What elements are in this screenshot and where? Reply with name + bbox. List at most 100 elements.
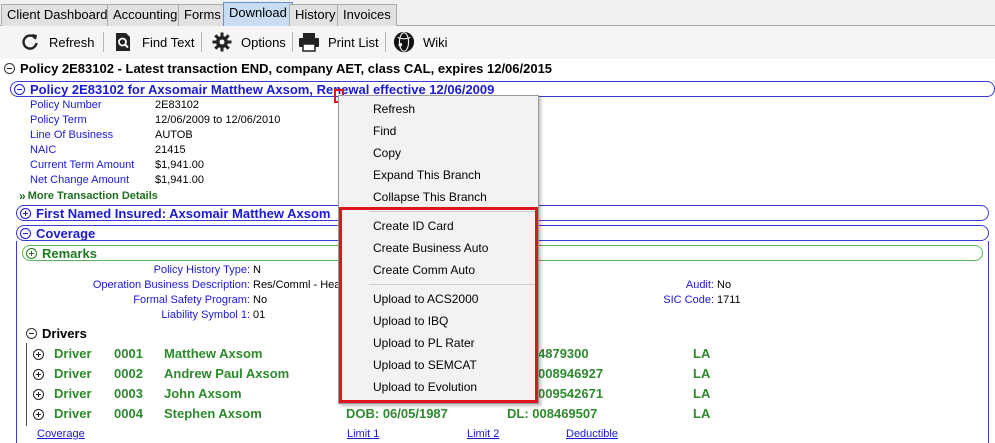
more-transaction-details-label: More Transaction Details — [27, 190, 158, 202]
driver-name: Andrew Paul Axsom — [164, 366, 290, 381]
remark-value-sic-code: 1711 — [717, 294, 741, 306]
driver-name: Stephen Axsom — [164, 406, 262, 421]
find-text-icon — [112, 31, 134, 53]
policy-root-label: Policy 2E83102 - Latest transaction END,… — [20, 61, 553, 76]
tab-accounting[interactable]: Accounting — [107, 4, 184, 26]
find-text-label: Find Text — [142, 34, 195, 50]
coverage-border-left — [16, 241, 17, 443]
driver-type: Driver — [54, 366, 92, 381]
menu-item-copy[interactable]: Copy — [340, 142, 537, 164]
remark-value-formal-safety: No — [253, 294, 268, 306]
driver-type: Driver — [54, 386, 92, 401]
expand-icon[interactable] — [26, 247, 37, 259]
wiki-globe-icon — [393, 31, 415, 53]
menu-item-upload-pl-rater[interactable]: Upload to PL Rater — [340, 332, 537, 354]
context-menu: Refresh Find Copy Expand This Branch Col… — [338, 95, 539, 404]
collapse-icon[interactable] — [20, 227, 31, 239]
expand-icon[interactable] — [20, 207, 31, 219]
coverage-border-right — [988, 241, 989, 443]
expand-icon[interactable] — [33, 389, 44, 400]
drivers-label: Drivers — [42, 326, 87, 341]
menu-item-create-id-card[interactable]: Create ID Card — [340, 215, 537, 237]
tab-forms[interactable]: Forms — [178, 4, 227, 26]
menu-item-find[interactable]: Find — [340, 120, 537, 142]
driver-dob: DOB: 06/05/1987 — [346, 406, 448, 421]
wiki-button[interactable]: Wiki — [393, 30, 448, 54]
remark-value-audit: No — [717, 279, 732, 291]
menu-item-upload-ibq[interactable]: Upload to IBQ — [340, 310, 537, 332]
driver-state: LA — [693, 346, 711, 361]
driver-type: Driver — [54, 406, 92, 421]
collapse-icon[interactable] — [26, 328, 37, 339]
expand-icon[interactable] — [33, 369, 44, 380]
field-label-line-of-business: Line Of Business — [30, 129, 114, 141]
menu-item-upload-evolution[interactable]: Upload to Evolution — [340, 376, 537, 398]
tab-history[interactable]: History — [289, 4, 342, 26]
remark-label-history-type: Policy History Type: — [153, 264, 250, 276]
refresh-label: Refresh — [49, 34, 95, 50]
print-list-button[interactable]: Print List — [298, 30, 379, 54]
print-list-label: Print List — [328, 34, 379, 50]
tab-client-dashboard[interactable]: Client Dashboard — [1, 4, 114, 26]
menu-item-expand-branch[interactable]: Expand This Branch — [340, 164, 537, 186]
driver-number: 0003 — [114, 386, 143, 401]
remark-value-liability-symbol: 01 — [253, 309, 266, 321]
driver-dl: 009542671 — [538, 386, 604, 401]
more-transaction-details-link[interactable]: » More Transaction Details — [19, 189, 158, 203]
toolbar-separator — [385, 32, 386, 52]
collapse-icon[interactable] — [4, 63, 15, 74]
printer-icon — [298, 31, 320, 53]
driver-row[interactable]: Driver 0004 Stephen Axsom DOB: 06/05/198… — [33, 406, 753, 424]
field-value-net-change-amount: $1,941.00 — [155, 174, 204, 186]
tab-invoices[interactable]: Invoices — [337, 4, 397, 26]
find-text-button[interactable]: Find Text — [112, 30, 195, 54]
remark-value-operation-description: Res/Comml - Hea — [253, 279, 341, 291]
expand-icon[interactable] — [33, 349, 44, 360]
driver-state: LA — [693, 366, 711, 381]
toolbar: Refresh Find Text Options Print List Wik… — [0, 26, 995, 59]
tab-download[interactable]: Download — [223, 2, 293, 26]
deductible-column-link[interactable]: Deductible — [566, 428, 618, 440]
driver-dl: 4879300 — [538, 346, 589, 361]
menu-item-upload-semcat[interactable]: Upload to SEMCAT — [340, 354, 537, 376]
remark-label-sic-code: SIC Code: — [663, 294, 714, 306]
driver-name: John Axsom — [164, 386, 242, 401]
menu-item-upload-acs2000[interactable]: Upload to ACS2000 — [340, 288, 537, 310]
menu-item-collapse-branch[interactable]: Collapse This Branch — [340, 186, 537, 208]
limit2-column-link[interactable]: Limit 2 — [467, 428, 499, 440]
driver-number: 0002 — [114, 366, 143, 381]
limit1-column-link[interactable]: Limit 1 — [347, 428, 379, 440]
field-value-policy-number: 2E83102 — [155, 99, 200, 111]
first-named-insured-label: First Named Insured: Axsomair Matthew Ax… — [36, 205, 331, 221]
policy-root-node[interactable]: Policy 2E83102 - Latest transaction END,… — [4, 61, 552, 76]
collapse-icon[interactable] — [14, 83, 25, 95]
toolbar-separator — [201, 32, 202, 52]
menu-separator — [369, 211, 535, 212]
field-value-policy-term: 12/06/2009 to 12/06/2010 — [155, 114, 281, 126]
field-label-net-change-amount: Net Change Amount — [30, 174, 130, 186]
wiki-label: Wiki — [423, 34, 448, 50]
driver-type: Driver — [54, 346, 92, 361]
driver-state: LA — [693, 386, 711, 401]
field-label-naic: NAIC — [30, 144, 57, 156]
remark-label-liability-symbol: Liability Symbol 1: — [161, 309, 250, 321]
toolbar-separator — [103, 32, 104, 52]
remark-value-history-type: N — [253, 264, 261, 276]
options-button[interactable]: Options — [211, 30, 286, 54]
driver-number: 0004 — [114, 406, 143, 421]
drivers-node[interactable]: Drivers — [26, 326, 87, 341]
menu-item-refresh[interactable]: Refresh — [340, 98, 537, 120]
driver-number: 0001 — [114, 346, 143, 361]
menu-item-create-comm-auto[interactable]: Create Comm Auto — [340, 259, 537, 281]
driver-dl: DL: 008469507 — [507, 406, 598, 421]
field-value-current-term-amount: $1,941.00 — [155, 159, 204, 171]
expand-icon[interactable] — [33, 409, 44, 420]
remark-label-operation-description: Operation Business Description: — [92, 279, 250, 291]
refresh-button[interactable]: Refresh — [19, 30, 95, 54]
coverage-column-link[interactable]: Coverage — [37, 428, 85, 440]
menu-separator — [369, 284, 535, 285]
field-label-policy-number: Policy Number — [30, 99, 102, 111]
field-value-line-of-business: AUTOB — [155, 129, 193, 141]
menu-item-create-business-auto[interactable]: Create Business Auto — [340, 237, 537, 259]
field-label-current-term-amount: Current Term Amount — [30, 159, 135, 171]
